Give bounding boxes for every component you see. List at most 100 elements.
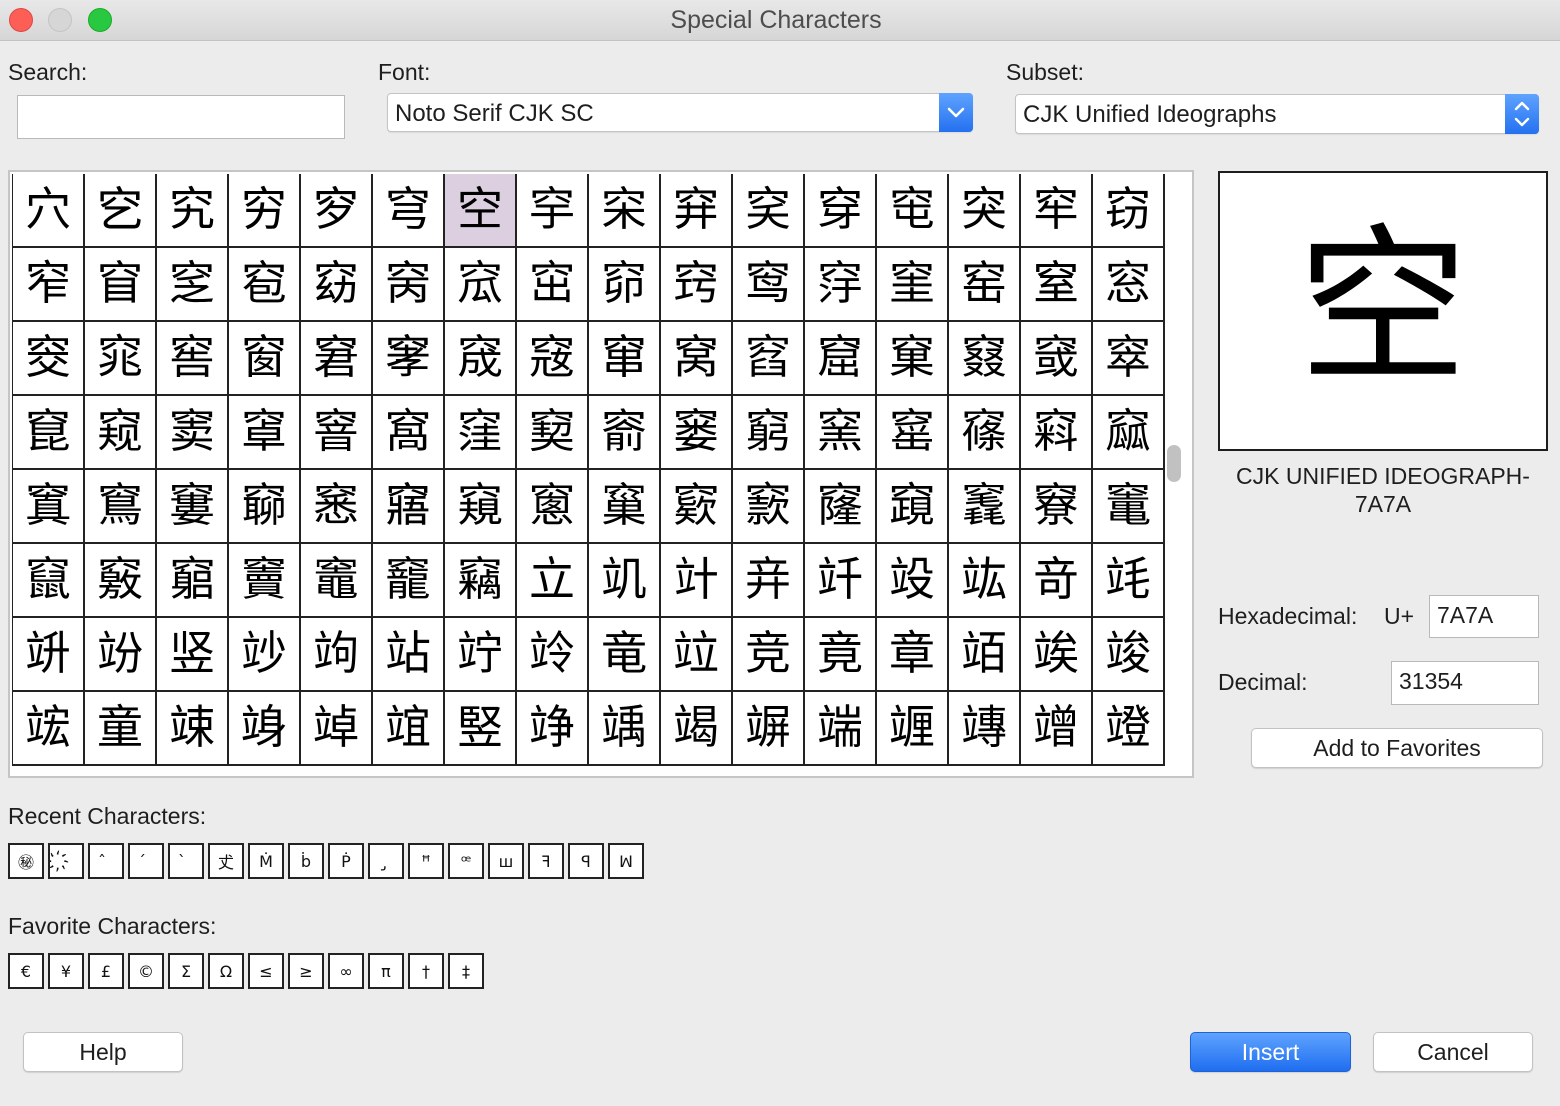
character-cell[interactable]: 窉 bbox=[373, 248, 445, 322]
chevron-down-icon[interactable] bbox=[939, 93, 973, 132]
subset-select[interactable]: CJK Unified Ideographs bbox=[1015, 94, 1539, 134]
character-cell[interactable]: 竊 bbox=[445, 544, 517, 618]
recent-character-button[interactable]: ꟼ bbox=[568, 843, 604, 879]
character-cell[interactable]: 窺 bbox=[445, 470, 517, 544]
character-cell[interactable]: 竖 bbox=[157, 618, 229, 692]
character-cell[interactable]: 穹 bbox=[373, 174, 445, 248]
character-cell[interactable]: 窈 bbox=[301, 248, 373, 322]
character-cell[interactable]: 窳 bbox=[1093, 396, 1165, 470]
character-cell[interactable]: 窦 bbox=[157, 396, 229, 470]
character-cell[interactable]: 站 bbox=[373, 618, 445, 692]
character-cell[interactable]: 窓 bbox=[1093, 248, 1165, 322]
recent-character-button[interactable]: ̂ bbox=[88, 843, 124, 879]
character-cell[interactable]: 竣 bbox=[1093, 618, 1165, 692]
character-cell[interactable]: 窰 bbox=[877, 396, 949, 470]
character-cell[interactable]: 窒 bbox=[1021, 248, 1093, 322]
character-cell[interactable]: 竂 bbox=[1021, 470, 1093, 544]
character-cell[interactable]: 窩 bbox=[373, 396, 445, 470]
character-cell[interactable]: 窨 bbox=[301, 396, 373, 470]
character-cell[interactable]: 窵 bbox=[85, 470, 157, 544]
character-cell[interactable]: 窌 bbox=[589, 248, 661, 322]
character-cell[interactable]: 竑 bbox=[949, 544, 1021, 618]
character-cell[interactable]: 竕 bbox=[85, 618, 157, 692]
character-cell[interactable]: 竪 bbox=[445, 692, 517, 766]
character-cell[interactable]: 竔 bbox=[13, 618, 85, 692]
character-cell[interactable]: 窍 bbox=[661, 248, 733, 322]
character-cell[interactable]: 窕 bbox=[85, 322, 157, 396]
character-cell[interactable]: 空 bbox=[445, 174, 517, 248]
character-cell[interactable]: 穷 bbox=[229, 174, 301, 248]
character-cell[interactable]: 窣 bbox=[1093, 322, 1165, 396]
character-cell[interactable]: 窱 bbox=[949, 396, 1021, 470]
character-cell[interactable]: 窠 bbox=[877, 322, 949, 396]
insert-button[interactable]: Insert bbox=[1190, 1032, 1351, 1072]
character-cell[interactable]: 穸 bbox=[301, 174, 373, 248]
decimal-field[interactable]: 31354 bbox=[1391, 661, 1539, 705]
favorite-character-button[interactable]: ¥ bbox=[48, 953, 84, 989]
recent-character-button[interactable]: Ṁ bbox=[248, 843, 284, 879]
character-cell[interactable]: 竅 bbox=[85, 544, 157, 618]
character-cell[interactable]: 竈 bbox=[301, 544, 373, 618]
character-cell[interactable]: 窫 bbox=[517, 396, 589, 470]
character-cell[interactable]: 窘 bbox=[301, 322, 373, 396]
character-cell[interactable]: 穴 bbox=[13, 174, 85, 248]
character-cell[interactable]: 竎 bbox=[733, 544, 805, 618]
character-cell[interactable]: 突 bbox=[949, 174, 1021, 248]
character-cell[interactable]: 穻 bbox=[517, 174, 589, 248]
up-down-chevron-icon[interactable] bbox=[1505, 94, 1539, 134]
character-cell[interactable]: 竛 bbox=[517, 618, 589, 692]
character-cell[interactable]: 窞 bbox=[733, 322, 805, 396]
character-cell[interactable]: 竦 bbox=[157, 692, 229, 766]
character-cell[interactable]: 窾 bbox=[733, 470, 805, 544]
character-cell[interactable]: 窽 bbox=[661, 470, 733, 544]
character-cell[interactable]: 竀 bbox=[877, 470, 949, 544]
character-cell[interactable]: 竇 bbox=[229, 544, 301, 618]
recent-character-button[interactable]: ҉ bbox=[48, 843, 84, 879]
recent-character-button[interactable]: ꟽ bbox=[608, 843, 644, 879]
favorite-character-button[interactable]: ≤ bbox=[248, 953, 284, 989]
character-cell[interactable]: 竤 bbox=[13, 692, 85, 766]
character-cell[interactable]: 竉 bbox=[373, 544, 445, 618]
character-cell[interactable]: 竭 bbox=[661, 692, 733, 766]
character-cell[interactable]: 窄 bbox=[13, 248, 85, 322]
recent-character-button[interactable]: ḃ bbox=[288, 843, 324, 879]
character-cell[interactable]: 竁 bbox=[949, 470, 1021, 544]
cancel-button[interactable]: Cancel bbox=[1373, 1032, 1533, 1072]
character-cell[interactable]: 窋 bbox=[517, 248, 589, 322]
character-cell[interactable]: 窎 bbox=[733, 248, 805, 322]
character-cell[interactable]: 竄 bbox=[13, 544, 85, 618]
character-cell[interactable]: 窝 bbox=[661, 322, 733, 396]
character-cell[interactable]: 窟 bbox=[805, 322, 877, 396]
favorite-character-button[interactable]: € bbox=[8, 953, 44, 989]
character-cell[interactable]: 竓 bbox=[1093, 544, 1165, 618]
character-cell[interactable]: 窡 bbox=[949, 322, 1021, 396]
character-cell[interactable]: 竬 bbox=[589, 692, 661, 766]
search-input[interactable] bbox=[17, 95, 345, 139]
character-cell[interactable]: 章 bbox=[877, 618, 949, 692]
character-cell[interactable]: 窜 bbox=[589, 322, 661, 396]
character-cell[interactable]: 窻 bbox=[517, 470, 589, 544]
character-cell[interactable]: 窲 bbox=[1021, 396, 1093, 470]
character-cell[interactable]: 窖 bbox=[157, 322, 229, 396]
character-cell[interactable]: 竲 bbox=[1021, 692, 1093, 766]
character-cell[interactable]: 窛 bbox=[517, 322, 589, 396]
character-cell[interactable]: 竌 bbox=[589, 544, 661, 618]
character-cell[interactable]: 究 bbox=[157, 174, 229, 248]
character-cell[interactable]: 竰 bbox=[877, 692, 949, 766]
character-cell[interactable]: 窙 bbox=[373, 322, 445, 396]
character-cell[interactable]: 窚 bbox=[445, 322, 517, 396]
character-cell[interactable]: 竜 bbox=[589, 618, 661, 692]
character-cell[interactable]: 竳 bbox=[1093, 692, 1165, 766]
favorite-character-button[interactable]: ≥ bbox=[288, 953, 324, 989]
character-cell[interactable]: 穽 bbox=[661, 174, 733, 248]
character-cell[interactable]: 窭 bbox=[661, 396, 733, 470]
character-grid[interactable]: 穴穵究穷穸穹空穻穼穽穾穿窀突窂窃窄窅窆窇窈窉窊窋窌窍窎窏窐窑窒窓窔窕窖窗窘窙窚窛… bbox=[8, 170, 1194, 778]
help-button[interactable]: Help bbox=[23, 1032, 183, 1072]
recent-character-button[interactable]: ꟺ bbox=[488, 843, 524, 879]
recent-character-button[interactable]: ̀ bbox=[168, 843, 204, 879]
character-cell[interactable]: 窊 bbox=[445, 248, 517, 322]
character-cell[interactable]: 穼 bbox=[589, 174, 661, 248]
favorite-character-button[interactable]: © bbox=[128, 953, 164, 989]
recent-character-button[interactable]: ꟸ bbox=[408, 843, 444, 879]
character-cell[interactable]: 窼 bbox=[589, 470, 661, 544]
